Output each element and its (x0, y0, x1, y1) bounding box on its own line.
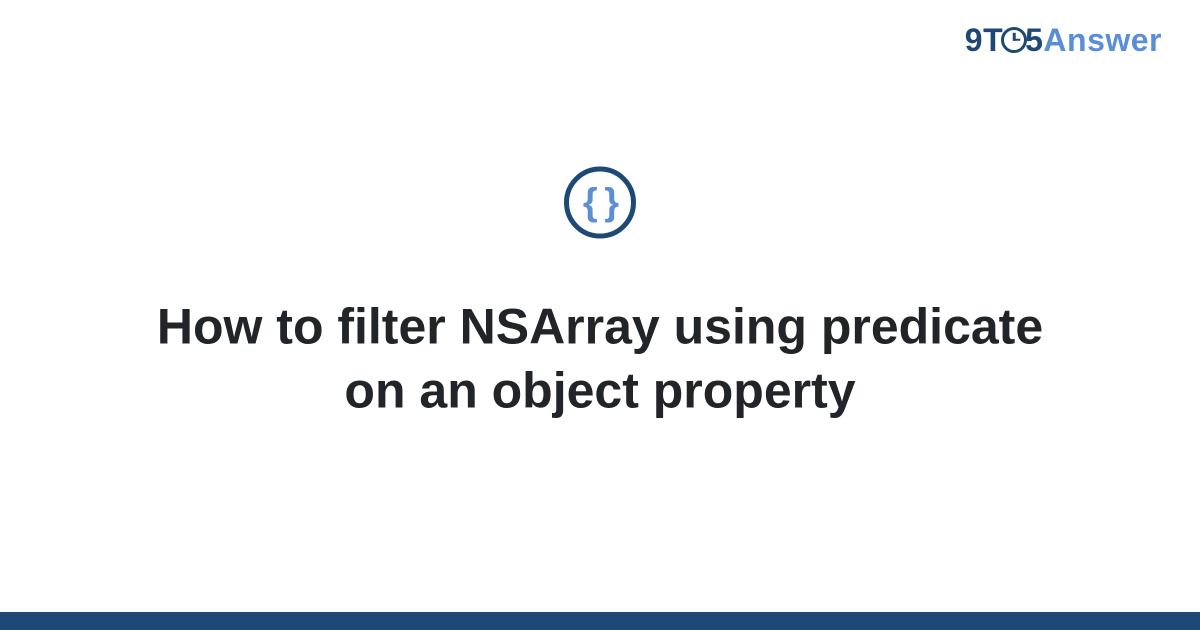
content-center: { } How to filter NSArray using predicat… (0, 167, 1200, 423)
page-title: How to filter NSArray using predicate on… (120, 295, 1080, 423)
logo-answer: Answer (1043, 22, 1162, 58)
logo-five: 5 (1025, 22, 1043, 58)
site-logo: 9T5Answer (965, 22, 1162, 59)
footer-accent-bar (0, 612, 1200, 630)
logo-t: T (983, 22, 1003, 58)
clock-icon (1001, 27, 1027, 53)
code-braces-icon: { } (583, 184, 617, 222)
category-badge: { } (564, 167, 636, 239)
logo-nine: 9 (965, 22, 983, 58)
